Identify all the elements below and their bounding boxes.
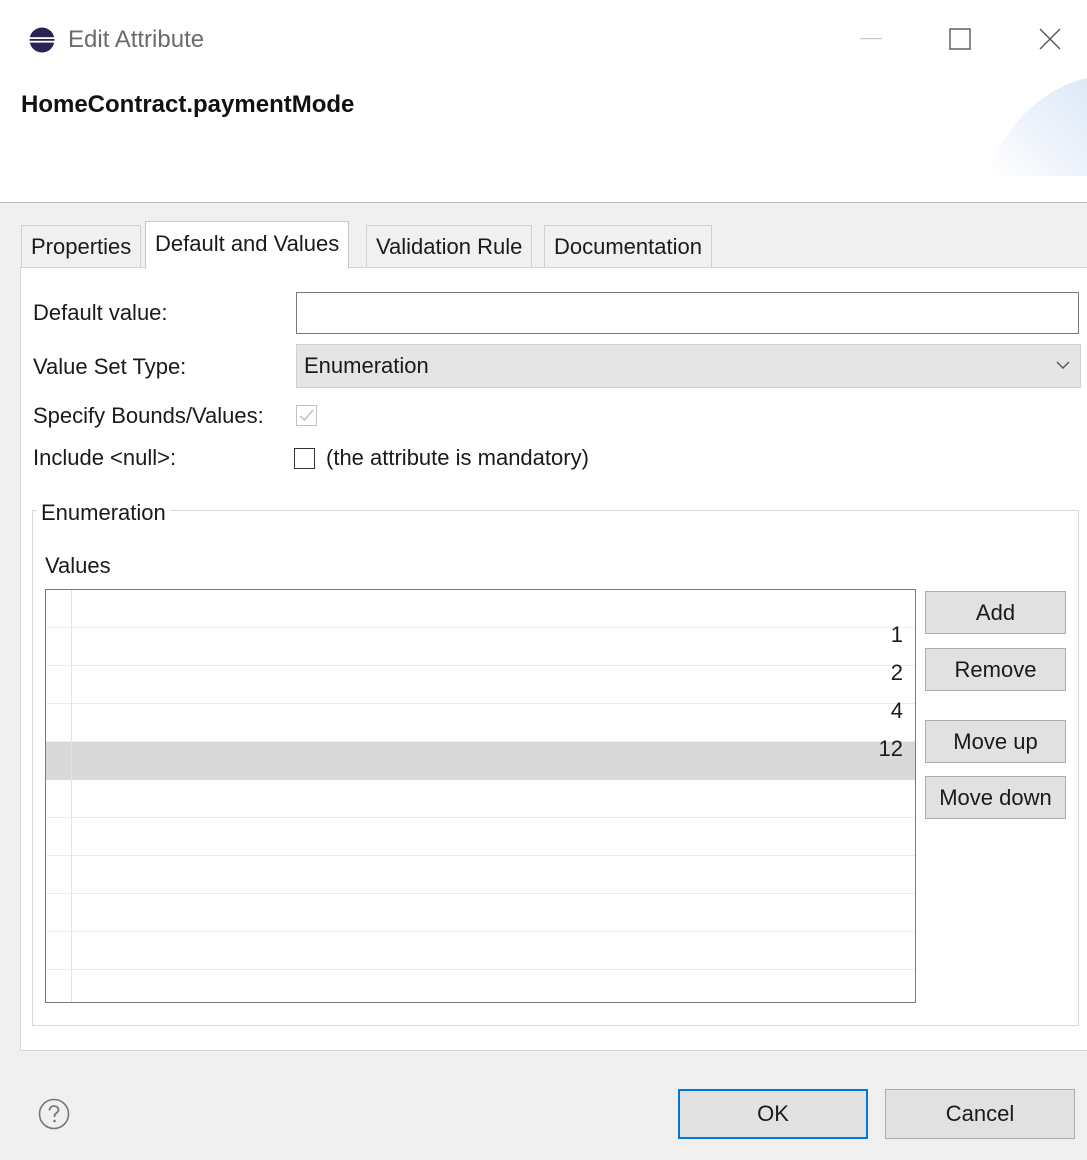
value-set-type-label: Value Set Type: [33,354,187,379]
maximize-button[interactable] [932,14,988,64]
include-null-hint: (the attribute is mandatory) [326,445,589,470]
table-row[interactable] [46,780,915,818]
move-up-button[interactable]: Move up [925,720,1066,763]
tab-validation-rule[interactable]: Validation Rule [366,225,533,268]
value-set-type-selected: Enumeration [304,353,429,378]
table-row[interactable] [46,894,915,932]
tab-documentation[interactable]: Documentation [544,225,712,268]
table-row[interactable]: 2 [46,660,915,704]
include-null-checkbox[interactable] [294,448,315,469]
header-banner-graphic [987,78,1087,176]
tab-properties[interactable]: Properties [21,225,142,268]
ok-button[interactable]: OK [678,1089,868,1139]
close-icon [1039,28,1061,50]
tab-panel-default-and-values: Default value: Value Set Type: Enumerati… [20,267,1087,1051]
remove-button[interactable]: Remove [925,648,1066,691]
enumeration-group-label: Enumeration [37,498,170,528]
cancel-button[interactable]: Cancel [885,1089,1075,1139]
specify-bounds-checkbox[interactable] [296,405,317,426]
dialog-header: HomeContract.paymentMode [0,78,1087,202]
table-cell: 12 [878,736,903,761]
table-row[interactable] [46,932,915,970]
add-button[interactable]: Add [925,591,1066,634]
close-button[interactable] [1022,14,1078,64]
specify-bounds-label: Specify Bounds/Values: [33,403,264,428]
table-row[interactable] [46,856,915,894]
table-row[interactable]: 4 [46,698,915,742]
tab-bar: Properties Default and Values Validation… [21,221,1087,269]
table-column-divider [71,590,72,1002]
table-row[interactable]: 1 [46,622,915,666]
table-row[interactable] [46,590,915,628]
minimize-icon [860,38,882,40]
value-set-type-select[interactable]: Enumeration [296,344,1081,388]
move-down-button[interactable]: Move down [925,776,1066,819]
tab-default-and-values[interactable]: Default and Values [145,221,350,269]
table-row-selected[interactable]: 12 [46,736,915,780]
values-label: Values [45,553,111,578]
checkmark-icon [299,409,314,421]
default-value-label: Default value: [33,300,168,325]
chevron-down-icon [1056,361,1070,369]
default-value-input[interactable] [296,292,1079,334]
header-separator [0,202,1087,214]
table-row[interactable] [46,818,915,856]
title-bar: Edit Attribute [0,0,1087,78]
minimize-button[interactable] [843,14,899,64]
dialog-heading: HomeContract.paymentMode [21,91,355,118]
help-icon[interactable] [38,1098,70,1130]
table-cell: 1 [890,622,903,647]
eclipse-icon [29,27,55,53]
include-null-label: Include <null>: [33,445,177,470]
values-table[interactable]: 1 2 4 12 [45,589,916,1003]
table-cell: 4 [890,698,903,723]
maximize-icon [949,28,971,50]
table-cell: 2 [890,660,903,685]
window-title: Edit Attribute [68,26,205,53]
